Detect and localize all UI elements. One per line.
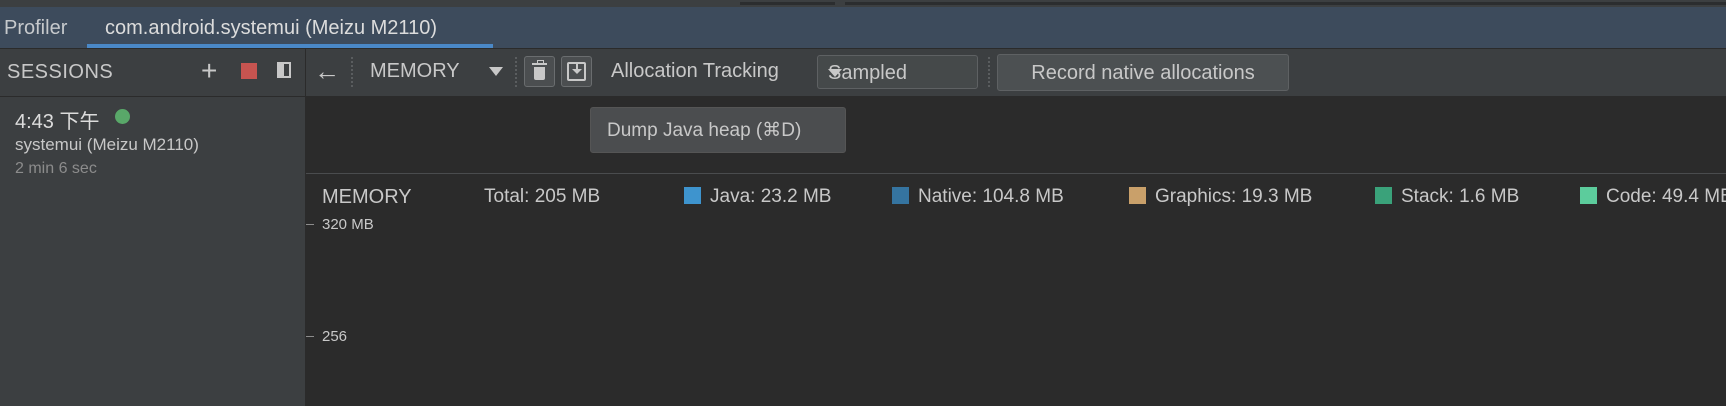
legend-swatch-native [892, 187, 909, 204]
sessions-header: SESSIONS + [0, 49, 305, 97]
record-native-allocations-button[interactable]: Record native allocations [997, 54, 1289, 91]
y-axis-tick [306, 336, 314, 337]
allocation-tracking-label: Allocation Tracking [611, 60, 779, 82]
profiler-toolbar: ← MEMORY Allocation Tracking Sampled Rec… [306, 49, 1726, 97]
memory-total: Total: 205 MB [484, 186, 601, 207]
legend-stack: Stack: 1.6 MB [1401, 186, 1520, 207]
profiler-title: Profiler [4, 17, 68, 39]
legend-native: Native: 104.8 MB [918, 186, 1064, 207]
y-axis-label-mid: 256 [322, 328, 348, 345]
plus-icon[interactable]: + [201, 56, 217, 86]
window-top-strip [0, 0, 1726, 7]
sessions-title: SESSIONS [7, 61, 114, 83]
chevron-down-icon[interactable] [489, 67, 503, 76]
tooltip-text: Dump Java heap (⌘D) [607, 120, 802, 141]
y-axis-label-top: 320 MB [322, 216, 374, 233]
legend-swatch-graphics [1129, 187, 1146, 204]
tab-process-label: com.android.systemui (Meizu M2110) [105, 17, 437, 39]
dump-heap-button[interactable] [561, 56, 592, 87]
strip-segment [740, 2, 835, 5]
strip-segment [845, 2, 1726, 5]
trash-icon-body [534, 67, 545, 80]
legend-code: Code: 49.4 MB [1606, 186, 1726, 207]
legend-graphics: Graphics: 19.3 MB [1155, 186, 1313, 207]
tab-active-indicator [87, 44, 493, 48]
legend-swatch-java [684, 187, 701, 204]
dump-heap-tooltip: Dump Java heap (⌘D) [590, 107, 846, 153]
tool-window-tabbar: Profiler com.android.systemui (Meizu M21… [0, 7, 1726, 49]
tab-process[interactable]: com.android.systemui (Meizu M2110) [87, 7, 493, 48]
toolbar-separator [515, 57, 517, 87]
chart-divider [306, 173, 1726, 174]
toolbar-separator [988, 57, 990, 87]
force-gc-button[interactable] [524, 56, 555, 87]
session-duration: 2 min 6 sec [15, 160, 97, 177]
panel-toggle-icon[interactable] [277, 62, 291, 78]
download-icon-head [572, 69, 582, 74]
sessions-sidebar: SESSIONS + [0, 49, 306, 406]
legend-swatch-stack [1375, 187, 1392, 204]
legend-java: Java: 23.2 MB [710, 186, 832, 207]
record-native-allocations-label: Record native allocations [1031, 62, 1255, 84]
toolbar-separator [351, 57, 353, 87]
session-status-dot [115, 109, 130, 124]
back-arrow-icon[interactable]: ← [314, 57, 340, 85]
session-device: systemui (Meizu M2110) [15, 135, 199, 154]
memory-title: MEMORY [322, 186, 412, 208]
trash-icon [532, 63, 547, 65]
session-time: 4:43 下午 [15, 111, 100, 133]
legend-swatch-code [1580, 187, 1597, 204]
allocation-tracking-select[interactable]: Sampled [817, 55, 978, 89]
stop-icon[interactable] [241, 63, 257, 79]
y-axis-tick [306, 224, 314, 225]
profiler-selector[interactable]: MEMORY [370, 60, 460, 83]
chevron-down-icon [828, 69, 842, 77]
